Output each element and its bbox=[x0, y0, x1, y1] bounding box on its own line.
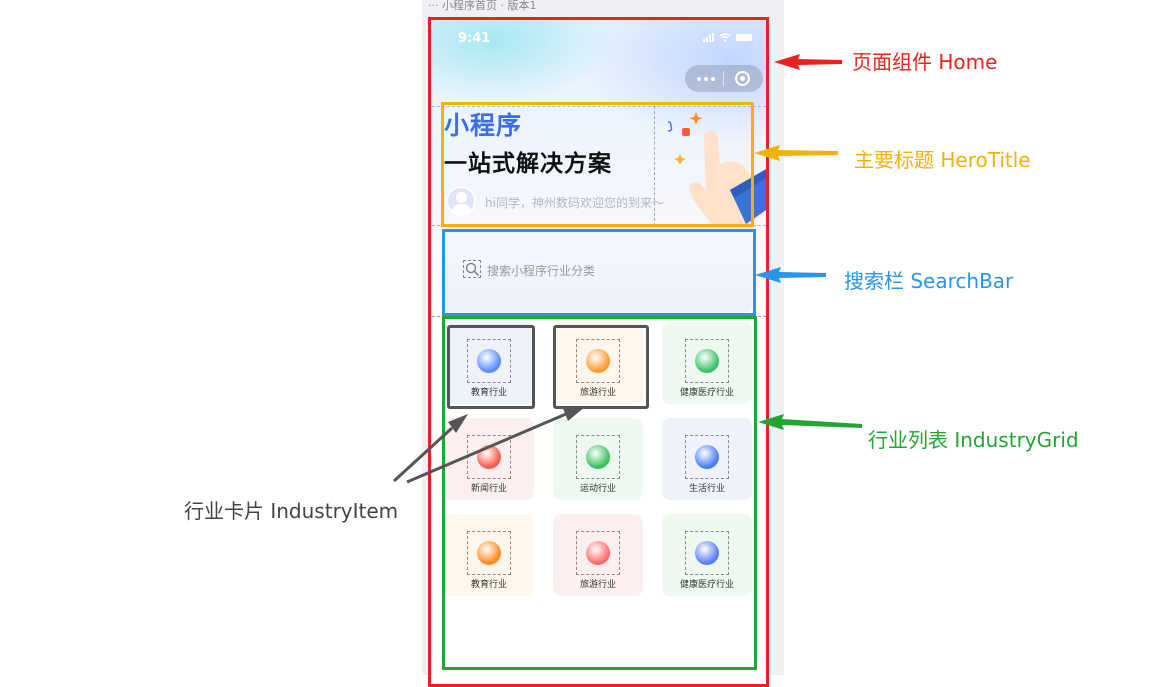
frame-caption-text: 小程序首页 · 版本1 bbox=[442, 0, 537, 12]
home-arrow bbox=[774, 54, 842, 70]
industry-item-outline-2 bbox=[553, 325, 649, 409]
industry-item-outline-1 bbox=[447, 325, 535, 409]
hero-title-annotation: 主要标题 HeroTitle bbox=[854, 148, 1031, 172]
industry-item-annotation: 行业卡片 IndustryItem bbox=[184, 499, 399, 523]
frame-caption: ··· 小程序首页 · 版本1 bbox=[428, 0, 537, 12]
search-bar-outline bbox=[442, 229, 756, 316]
industry-grid-annotation: 行业列表 IndustryGrid bbox=[868, 428, 1079, 452]
home-annotation: 页面组件 Home bbox=[852, 50, 998, 74]
hero-title-outline bbox=[441, 102, 754, 227]
search-bar-annotation: 搜索栏 SearchBar bbox=[844, 269, 1014, 293]
